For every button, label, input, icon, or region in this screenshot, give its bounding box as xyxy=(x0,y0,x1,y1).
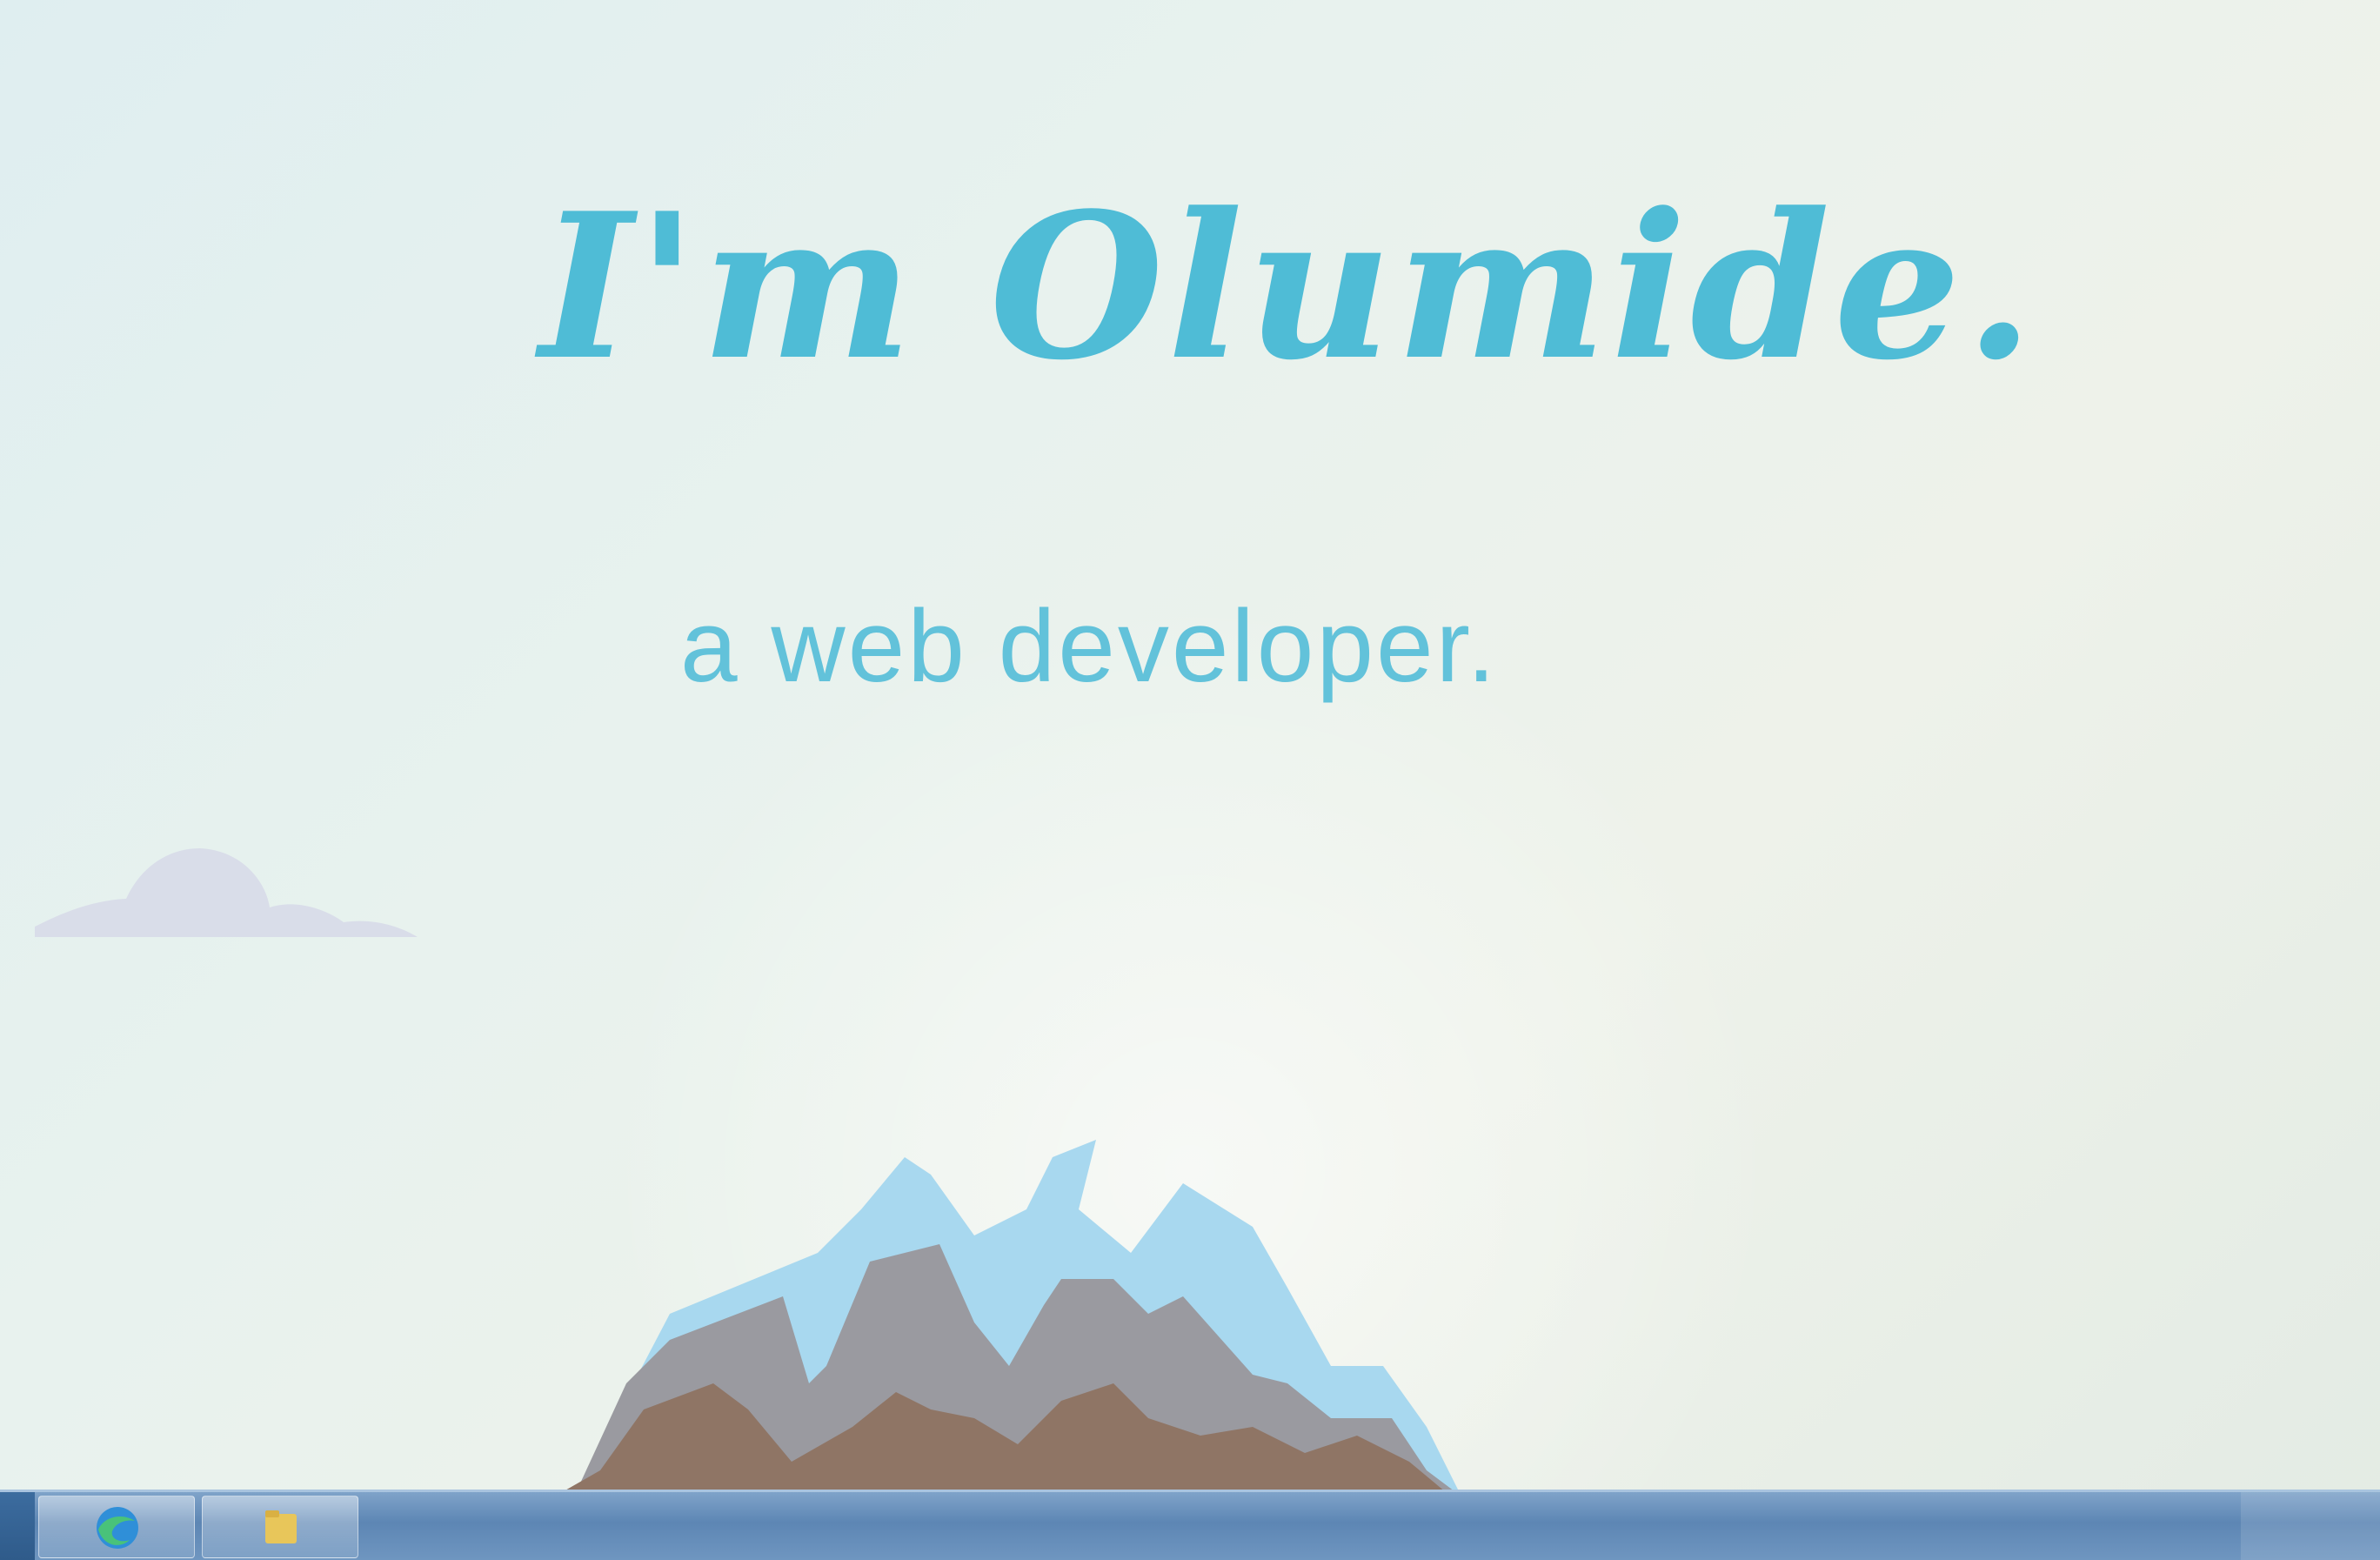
hero-subtitle: a web developer. xyxy=(680,589,1499,704)
hero-title: I'm Olumide. xyxy=(539,170,2038,405)
taskbar-explorer-button[interactable] xyxy=(202,1496,358,1558)
cloud-illustration xyxy=(35,848,418,937)
taskbar xyxy=(0,1490,2380,1560)
start-button[interactable] xyxy=(0,1492,35,1560)
taskbar-browser-button[interactable] xyxy=(38,1496,195,1558)
system-tray[interactable] xyxy=(2241,1492,2380,1560)
file-explorer-icon xyxy=(265,1510,297,1543)
browser-icon xyxy=(97,1507,138,1549)
mountains-illustration xyxy=(539,1140,1461,1514)
